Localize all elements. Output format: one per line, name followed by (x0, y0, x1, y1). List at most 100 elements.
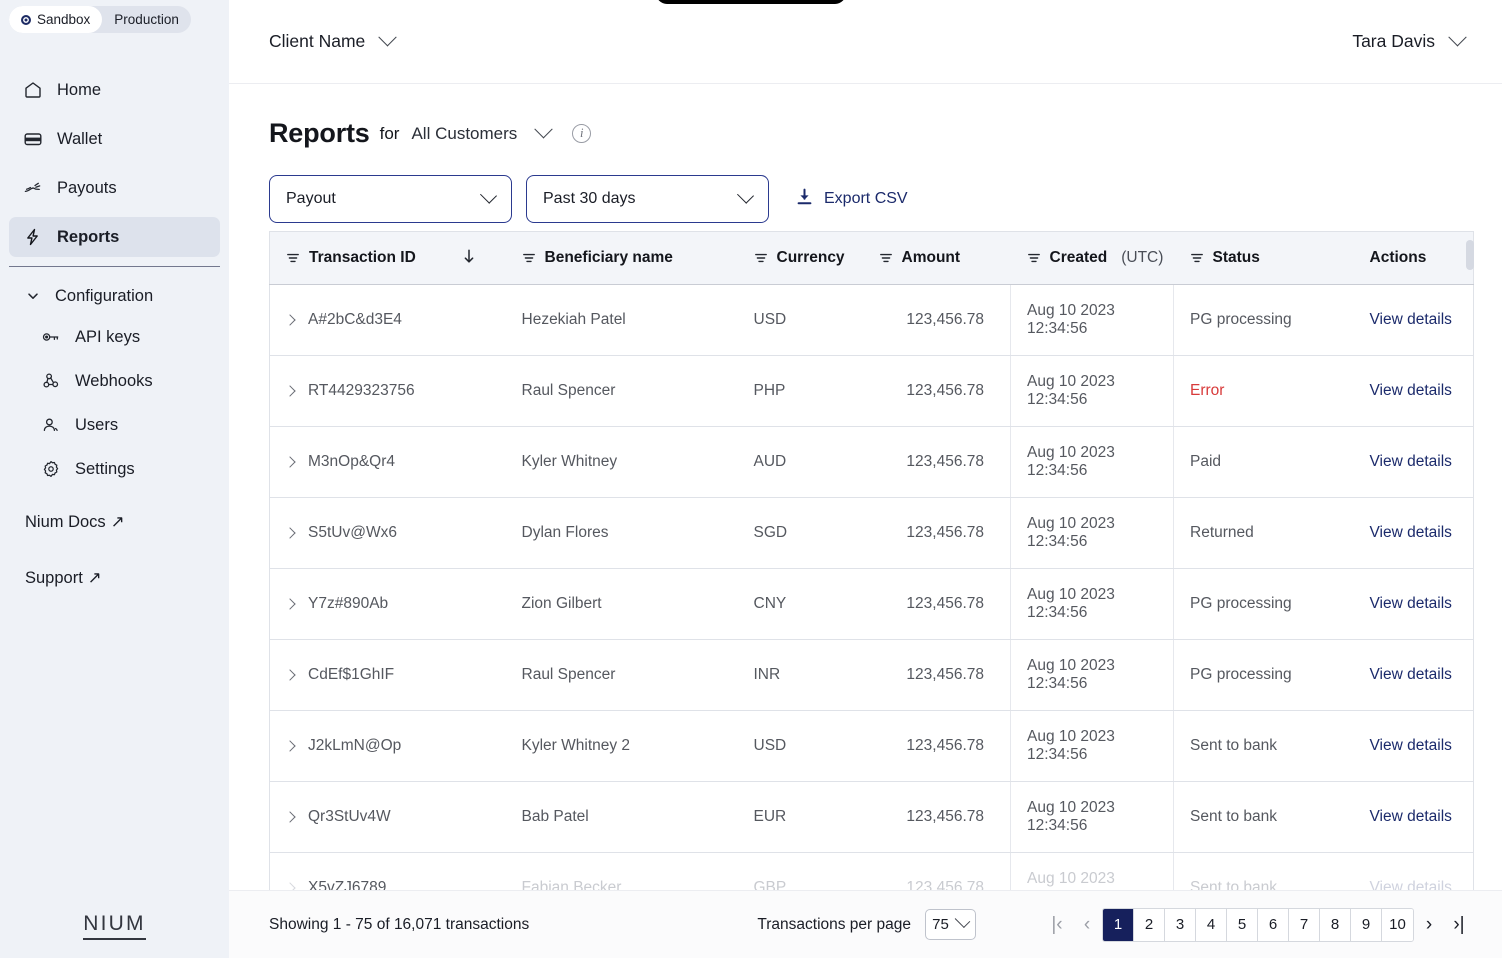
filter-icon[interactable] (522, 251, 536, 265)
filter-icon[interactable] (286, 251, 300, 265)
view-details-link[interactable]: View details (1370, 453, 1452, 470)
gear-icon (41, 459, 61, 479)
expand-row-icon[interactable] (284, 598, 296, 610)
table-row[interactable]: CdEf$1GhIF Raul Spencer INR 123,456.78 Aug 1… (269, 639, 1474, 711)
column-header-amount[interactable]: Amount (862, 231, 1011, 285)
per-page-select[interactable]: 75 (925, 909, 976, 940)
cell-beneficiary-name: Raul Spencer (505, 355, 738, 427)
expand-row-icon[interactable] (284, 740, 296, 752)
sidebar-link-nium-docs[interactable]: Nium Docs ↗ (0, 503, 229, 541)
sidebar-item-home[interactable]: Home (9, 70, 220, 110)
table-row[interactable]: X5vZJ6789 Fabian Becker GBP 123,456.78 Aug 1… (269, 852, 1474, 890)
filter-icon[interactable] (1190, 251, 1204, 265)
table-row[interactable]: M3nOp&Qr4 Kyler Whitney AUD 123,456.78 Aug 1… (269, 426, 1474, 498)
per-page-control: Transactions per page 75 (757, 909, 976, 940)
sidebar-item-webhooks[interactable]: Webhooks (9, 361, 220, 401)
pagination-page-5[interactable]: 5 (1227, 908, 1258, 941)
expand-row-icon[interactable] (284, 811, 296, 823)
pagination-page-9[interactable]: 9 (1351, 908, 1382, 941)
info-icon[interactable]: i (572, 124, 592, 143)
column-header-currency[interactable]: Currency (737, 231, 863, 285)
cell-beneficiary-name: Fabian Becker (505, 852, 738, 890)
table-row[interactable]: J2kLmN@Op Kyler Whitney 2 USD 123,456.78 Aug… (269, 710, 1474, 782)
transaction-type-select[interactable]: Payout (269, 175, 512, 223)
column-header-created[interactable]: Created (UTC) (1010, 231, 1174, 285)
client-name-dropdown[interactable]: Client Name (269, 28, 397, 52)
filter-icon[interactable] (1027, 251, 1041, 265)
expand-row-icon[interactable] (284, 527, 296, 539)
transaction-id-text: X5vZJ6789 (308, 879, 387, 890)
sort-descending-icon[interactable] (462, 248, 476, 269)
chevron-down-icon[interactable] (534, 120, 553, 139)
cell-beneficiary-name: Raul Spencer (505, 639, 738, 711)
pagination-page-3[interactable]: 3 (1165, 908, 1196, 941)
sidebar-item-payouts[interactable]: Payouts (9, 168, 220, 208)
pagination-last-button[interactable]: ›| (1444, 909, 1474, 941)
sidebar-item-reports[interactable]: Reports (9, 217, 220, 257)
view-details-link[interactable]: View details (1370, 595, 1452, 612)
export-csv-button[interactable]: Export CSV (796, 188, 908, 211)
expand-row-icon[interactable] (284, 385, 296, 397)
external-link-icon: ↗ (110, 513, 125, 531)
vertical-scrollbar-thumb[interactable] (1466, 240, 1474, 270)
pagination-prev-button[interactable]: ‹ (1072, 909, 1102, 941)
environment-toggle[interactable]: Sandbox Production (9, 6, 191, 33)
pagination-page-8[interactable]: 8 (1320, 908, 1351, 941)
pagination-page-6[interactable]: 6 (1258, 908, 1289, 941)
sidebar-group-configuration[interactable]: Configuration (9, 279, 220, 313)
sidebar-item-settings[interactable]: Settings (9, 449, 220, 489)
table-row[interactable]: Qr3StUv4W Bab Patel EUR 123,456.78 Aug 10 20… (269, 781, 1474, 853)
cell-currency: INR (737, 639, 863, 711)
view-details-link[interactable]: View details (1370, 311, 1452, 328)
cell-beneficiary-name: Bab Patel (505, 781, 738, 853)
view-details-link[interactable]: View details (1370, 808, 1452, 825)
column-header-status[interactable]: Status (1173, 231, 1344, 285)
sidebar-item-wallet[interactable]: Wallet (9, 119, 220, 159)
expand-row-icon[interactable] (284, 456, 296, 468)
table-row[interactable]: RT4429323756 Raul Spencer PHP 123,456.78 Aug… (269, 355, 1474, 427)
cell-amount: 123,456.78 (862, 568, 1011, 640)
view-details-link[interactable]: View details (1370, 666, 1452, 683)
expand-row-icon[interactable] (284, 669, 296, 681)
column-header-beneficiary-name[interactable]: Beneficiary name (505, 231, 738, 285)
filter-icon[interactable] (879, 251, 893, 265)
cell-status: PG processing (1173, 639, 1344, 711)
home-icon (23, 80, 43, 100)
sidebar-item-users[interactable]: Users (9, 405, 220, 445)
pagination-first-button[interactable]: |‹ (1042, 909, 1072, 941)
customer-scope-dropdown[interactable]: All Customers (411, 124, 517, 144)
sidebar-link-support-label: Support (25, 568, 83, 587)
view-details-link[interactable]: View details (1370, 879, 1452, 890)
cell-currency: CNY (737, 568, 863, 640)
cell-beneficiary-name: Kyler Whitney 2 (505, 710, 738, 782)
pagination-page-2[interactable]: 2 (1134, 908, 1165, 941)
chevron-down-icon (378, 28, 397, 47)
expand-row-icon[interactable] (284, 882, 296, 890)
user-menu-dropdown[interactable]: Tara Davis (1352, 28, 1467, 52)
view-details-link[interactable]: View details (1370, 524, 1452, 541)
cell-amount: 123,456.78 (862, 781, 1011, 853)
view-details-link[interactable]: View details (1370, 737, 1452, 754)
env-option-sandbox[interactable]: Sandbox (9, 6, 103, 33)
transactions-table: Transaction ID Beneficiary name Currency… (269, 231, 1474, 890)
pagination-page-1[interactable]: 1 (1103, 908, 1134, 941)
table-row[interactable]: Y7z#890Ab Zion Gilbert CNY 123,456.78 Aug 10… (269, 568, 1474, 640)
pagination-page-4[interactable]: 4 (1196, 908, 1227, 941)
sidebar-link-support[interactable]: Support ↗ (0, 559, 229, 597)
filter-icon[interactable] (754, 251, 768, 265)
created-time: 12:34:56 (1027, 533, 1088, 550)
expand-row-icon[interactable] (284, 314, 296, 326)
table-row[interactable]: A#2bC&d3E4 Hezekiah Patel USD 123,456.78 Aug… (269, 284, 1474, 356)
sidebar-item-users-label: Users (75, 415, 119, 434)
pagination-next-button[interactable]: › (1414, 909, 1444, 941)
sidebar-item-api-keys[interactable]: API keys (9, 317, 220, 357)
cell-amount: 123,456.78 (862, 852, 1011, 890)
pagination-page-7[interactable]: 7 (1289, 908, 1320, 941)
pagination-page-10[interactable]: 10 (1382, 908, 1413, 941)
view-details-link[interactable]: View details (1370, 382, 1452, 399)
date-range-select[interactable]: Past 30 days (526, 175, 769, 223)
env-option-production[interactable]: Production (102, 6, 191, 33)
transaction-id-text: S5tUv@Wx6 (308, 524, 397, 541)
column-header-transaction-id[interactable]: Transaction ID (269, 231, 506, 285)
table-row[interactable]: S5tUv@Wx6 Dylan Flores SGD 123,456.78 Aug 10… (269, 497, 1474, 569)
